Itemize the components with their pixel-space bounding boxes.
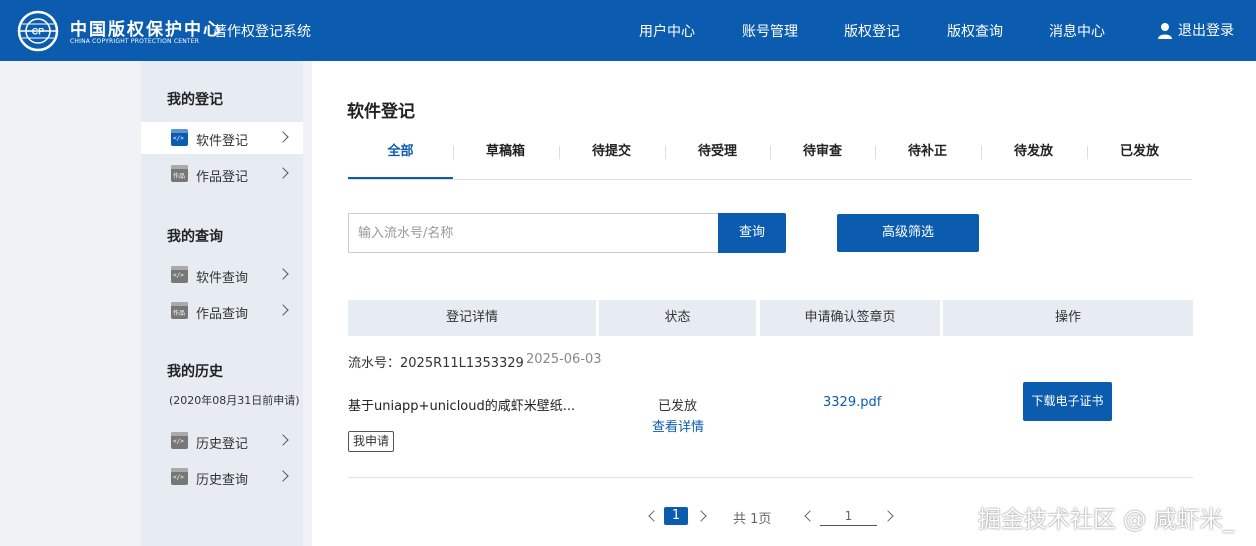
jump-next-icon[interactable] [882,510,894,522]
tab-drafts[interactable]: 草稿箱 [453,141,558,179]
system-name: 著作权登记系统 [213,24,311,40]
nav-copyright-registration[interactable]: 版权登记 [844,21,900,41]
sidebar-item-label: 历史查询 [196,473,249,488]
sidebar-item-history-registration[interactable]: </> 历史登记 [141,425,303,457]
nav-copyright-query[interactable]: 版权查询 [947,21,1003,41]
svg-text:CP: CP [32,27,45,37]
tab-all[interactable]: 全部 [348,141,453,179]
main-panel: 软件登记 全部 草稿箱 待提交 待受理 待审查 待补正 待发放 已发放 查询 高… [312,61,1256,546]
chevron-right-icon [277,268,289,280]
nav-message-center[interactable]: 消息中心 [1049,21,1105,41]
table-header-status: 状态 [599,300,756,336]
logout-label: 退出登录 [1178,23,1234,39]
page-jump-input[interactable] [820,506,877,526]
table-header-details: 登记详情 [348,300,596,336]
jump-prev-icon[interactable] [804,510,816,522]
sidebar-section-title: 我的登记 [167,92,223,108]
sidebar-item-label: 历史登记 [196,437,249,452]
total-pages: 共 1页 [733,512,772,527]
code-document-icon: </> [171,129,188,146]
table-header-actions: 操作 [943,300,1193,336]
download-certificate-button[interactable]: 下载电子证书 [1023,382,1112,421]
sidebar-item-label: 作品查询 [196,307,249,322]
sidebar: 我的登记 </> 软件登记 作品 作品登记 我的查询 </> 软件查询 作品 作… [141,61,303,546]
serial-number: 流水号：2025R11L1353329 [348,356,524,371]
logo-text: 中国版权保护中心 [70,20,222,40]
advanced-filter-button[interactable]: 高级筛选 [837,214,979,252]
current-page-button[interactable]: 1 [664,507,688,525]
logout-button[interactable]: 退出登录 [1157,20,1234,40]
sidebar-item-software-registration[interactable]: </> 软件登记 [141,122,303,154]
page-title: 软件登记 [347,102,415,122]
sidebar-item-label: 软件登记 [196,134,249,149]
tab-pending-accept[interactable]: 待受理 [665,141,770,179]
nav-account-management[interactable]: 账号管理 [742,21,798,41]
code-document-icon: </> [171,432,188,449]
search-input[interactable] [348,213,718,253]
code-document-icon: </> [171,266,188,283]
nav-user-center[interactable]: 用户中心 [639,21,695,41]
sidebar-section-note: (2020年08月31日前申请) [169,394,300,407]
tab-pending-issue[interactable]: 待发放 [981,141,1086,179]
work-document-icon: 作品 [171,165,188,182]
software-name: 基于uniapp+unicloud的咸虾米壁纸... [348,399,576,414]
watermark: 掘金技术社区 @ 咸虾米_ [978,507,1235,533]
sidebar-item-software-query[interactable]: </> 软件查询 [141,259,303,291]
table-header-signature-page: 申请确认签章页 [760,300,940,336]
chevron-right-icon [277,131,289,143]
signature-pdf-link[interactable]: 3329.pdf [823,395,881,410]
top-bar: CP 中国版权保护中心 CHINA COPYRIGHT PROTECTION C… [0,0,1256,61]
application-date: 2025-06-03 [526,352,602,367]
status-text: 已发放 [658,399,698,414]
chevron-right-icon [277,167,289,179]
applicant-badge: 我申请 [348,431,395,452]
status-tabs: 全部 草稿箱 待提交 待受理 待审查 待补正 待发放 已发放 [348,141,1192,180]
sidebar-section-title: 我的查询 [167,229,223,245]
view-details-link[interactable]: 查看详情 [652,416,704,435]
sidebar-section-title: 我的历史 [167,364,223,380]
search-button[interactable]: 查询 [718,213,786,253]
sidebar-item-label: 作品登记 [196,170,249,185]
chevron-right-icon [277,304,289,316]
prev-page-icon[interactable] [648,510,660,522]
row-divider [348,477,1193,478]
tab-pending-submit[interactable]: 待提交 [559,141,664,179]
sidebar-item-history-query[interactable]: </> 历史查询 [141,461,303,493]
tab-pending-correction[interactable]: 待补正 [875,141,980,179]
code-document-icon: </> [171,468,188,485]
chevron-right-icon [277,434,289,446]
sidebar-item-work-query[interactable]: 作品 作品查询 [141,295,303,327]
tab-issued[interactable]: 已发放 [1087,141,1192,179]
user-icon [1158,22,1172,39]
next-page-icon[interactable] [695,510,707,522]
work-document-icon: 作品 [171,302,188,319]
tab-pending-review[interactable]: 待审查 [770,141,875,179]
logo-emblem-icon: CP [17,10,59,52]
sidebar-item-label: 软件查询 [196,271,249,286]
chevron-right-icon [277,470,289,482]
sidebar-item-work-registration[interactable]: 作品 作品登记 [141,158,303,190]
logo-subtext: CHINA COPYRIGHT PROTECTION CENTER [70,38,200,45]
